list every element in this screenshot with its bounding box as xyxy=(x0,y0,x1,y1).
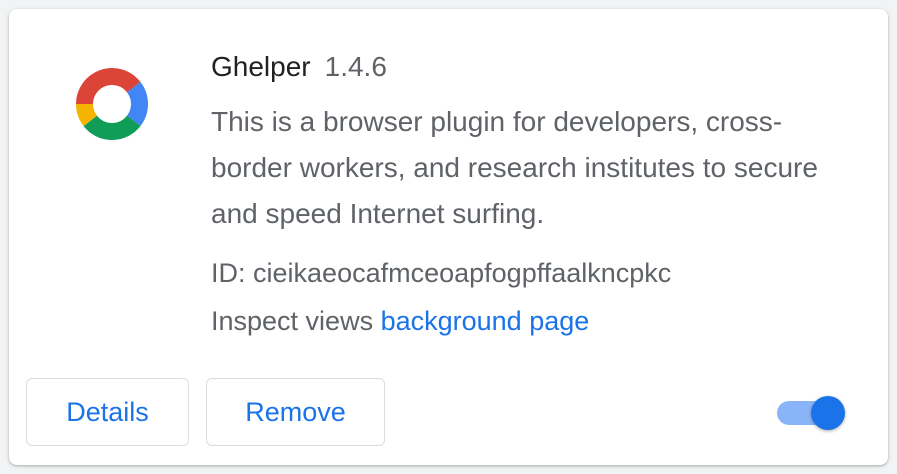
extension-info: Ghelper 1.4.6 This is a browser plugin fo… xyxy=(211,49,851,345)
inspect-views-label: Inspect views xyxy=(211,306,374,336)
remove-button[interactable]: Remove xyxy=(206,378,385,446)
inspect-views-row: Inspect views background page xyxy=(211,297,851,345)
toggle-knob xyxy=(811,396,845,430)
extension-id-value: cieikaeocafmceoapfogpffaalkncpkc xyxy=(253,258,672,288)
extension-id-row: ID: cieikaeocafmceoapfogpffaalkncpkc xyxy=(211,249,851,297)
details-button[interactable]: Details xyxy=(26,378,189,446)
ghelper-ring-icon xyxy=(76,68,148,140)
extension-version: 1.4.6 xyxy=(324,51,387,82)
extension-name: Ghelper xyxy=(211,51,311,82)
extension-description: This is a browser plugin for developers,… xyxy=(211,106,818,229)
enable-toggle[interactable] xyxy=(775,396,845,430)
extension-id-label: ID: xyxy=(211,258,246,288)
extension-card: Ghelper 1.4.6 This is a browser plugin fo… xyxy=(9,9,888,465)
extension-title-row: Ghelper 1.4.6 xyxy=(211,49,851,85)
background-page-link[interactable]: background page xyxy=(381,306,590,336)
